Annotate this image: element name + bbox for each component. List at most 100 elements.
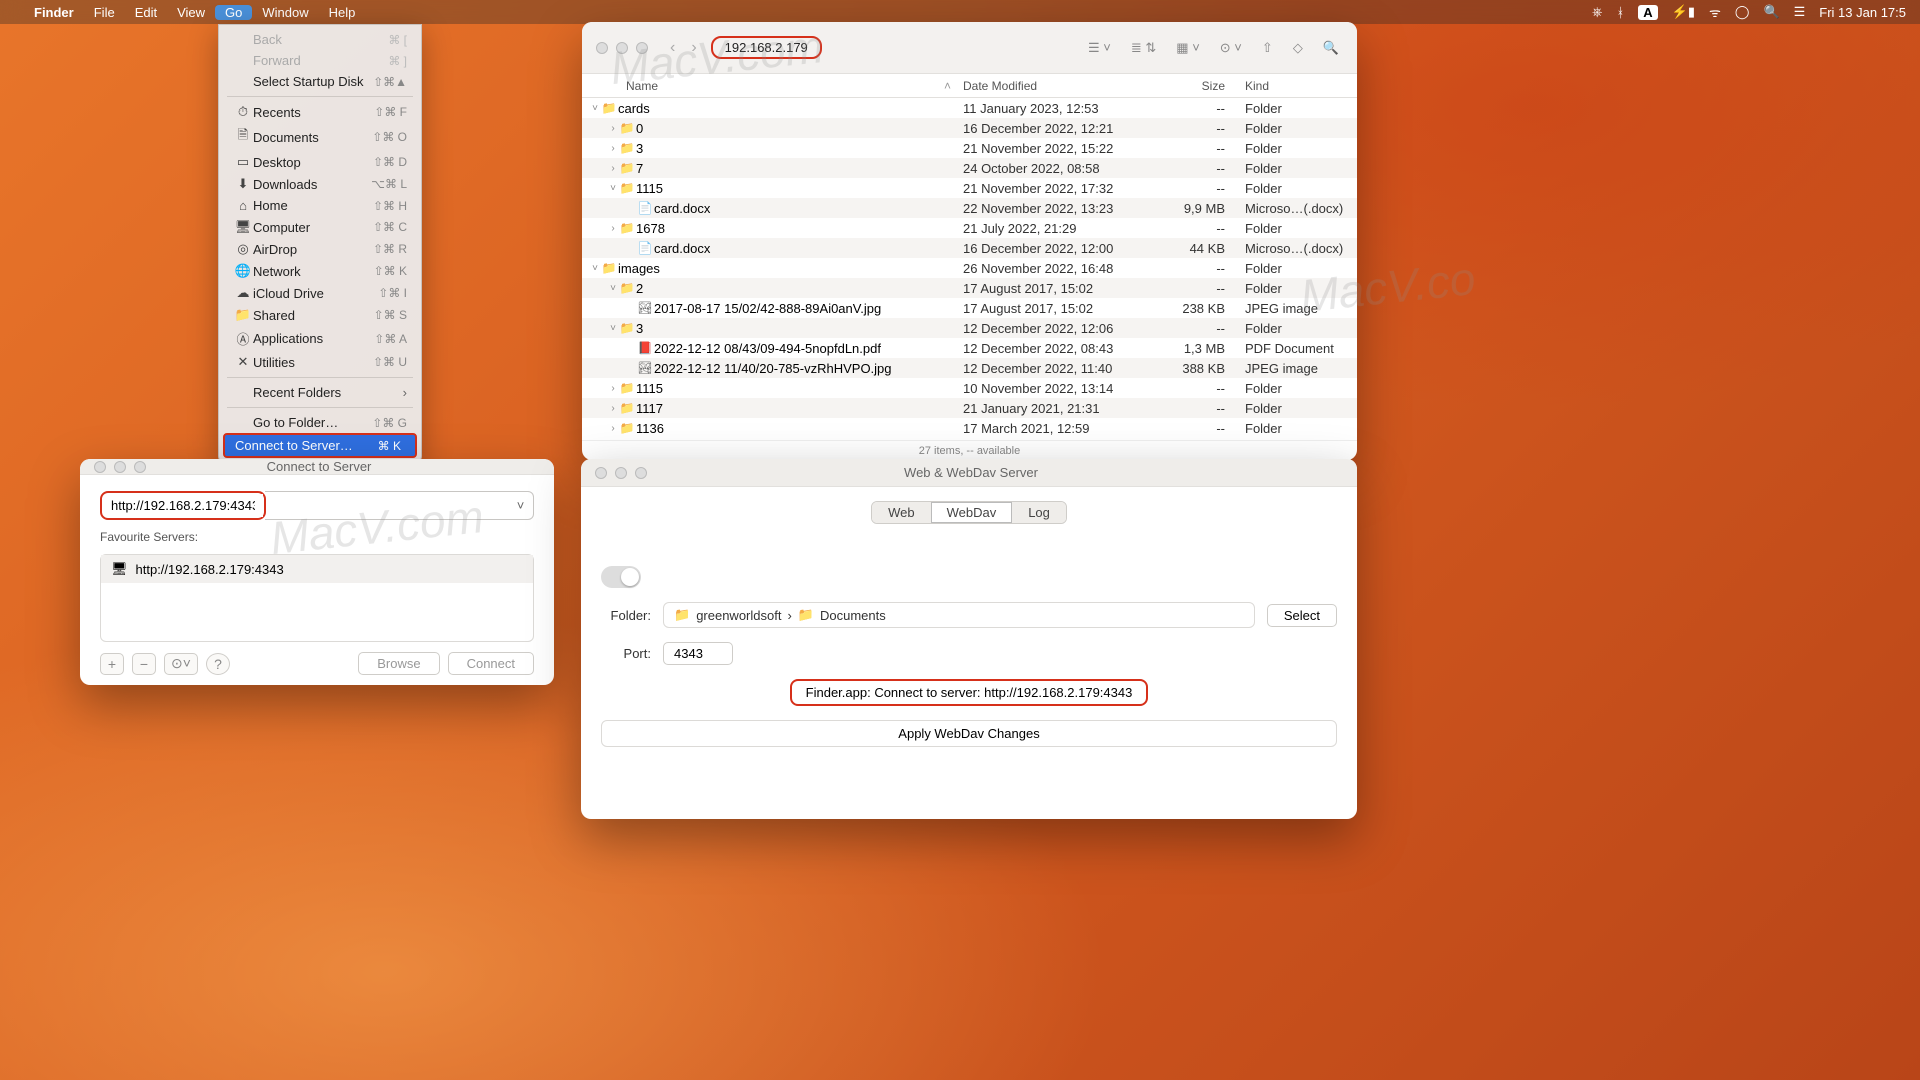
menu-edit[interactable]: Edit — [125, 5, 167, 20]
menu-network[interactable]: 🌐Network⇧⌘ K — [219, 260, 421, 282]
separator — [227, 96, 413, 97]
close-button[interactable] — [94, 461, 106, 473]
tab-webdav[interactable]: WebDav — [931, 502, 1013, 523]
menu-window[interactable]: Window — [252, 5, 318, 20]
clock[interactable]: Fri 13 Jan 17:5 — [1819, 5, 1906, 20]
menu-computer[interactable]: 🖥Computer⇧⌘ C — [219, 216, 421, 238]
remove-button[interactable]: − — [132, 653, 156, 675]
zoom-button[interactable] — [134, 461, 146, 473]
col-name[interactable]: Name — [626, 79, 658, 93]
view-icons-icon[interactable]: ▦ ˅ — [1176, 40, 1200, 56]
help-button[interactable]: ? — [206, 653, 230, 675]
table-row[interactable]: 📄card.docx22 November 2022, 13:239,9 MBM… — [582, 198, 1357, 218]
fld-icon: 📁 — [618, 221, 636, 235]
menu-startup-disk[interactable]: Select Startup Disk⇧⌘▲ — [219, 71, 421, 92]
table-row[interactable]: ›📁724 October 2022, 08:58--Folder — [582, 158, 1357, 178]
select-folder-button[interactable]: Select — [1267, 604, 1337, 627]
menu-recents[interactable]: ⏱Recents⇧⌘ F — [219, 101, 421, 123]
action-icon[interactable]: ⊙ ˅ — [1220, 40, 1242, 56]
table-row[interactable]: ›📁167821 July 2022, 21:29--Folder — [582, 218, 1357, 238]
add-button[interactable]: + — [100, 653, 124, 675]
table-row[interactable]: ›📁111721 January 2021, 21:31--Folder — [582, 398, 1357, 418]
menu-view[interactable]: View — [167, 5, 215, 20]
table-row[interactable]: 🏞2017-08-17 15/02/42-888-89Ai0anV.jpg17 … — [582, 298, 1357, 318]
table-row[interactable]: ›📁111510 November 2022, 13:14--Folder — [582, 378, 1357, 398]
close-button[interactable] — [596, 42, 608, 54]
column-headers[interactable]: Name˄ Date Modified Size Kind — [582, 74, 1357, 98]
table-row[interactable]: ˅📁images26 November 2022, 16:48--Folder — [582, 258, 1357, 278]
fld-icon: 📁 — [618, 381, 636, 395]
enable-toggle[interactable] — [601, 566, 641, 588]
table-row[interactable]: ˅📁217 August 2017, 15:02--Folder — [582, 278, 1357, 298]
connect-button[interactable]: Connect — [448, 652, 534, 675]
menu-applications[interactable]: ⒶApplications⇧⌘ A — [219, 326, 421, 351]
fld-icon: 📁 — [618, 321, 636, 335]
input-source-badge[interactable]: A — [1638, 5, 1657, 20]
share-icon[interactable]: ⇧ — [1262, 40, 1273, 56]
menu-file[interactable]: File — [84, 5, 125, 20]
webdav-server-window: Web & WebDav Server Web WebDav Log Folde… — [581, 459, 1357, 819]
table-row[interactable]: ›📁321 November 2022, 15:22--Folder — [582, 138, 1357, 158]
menu-desktop[interactable]: ▭Desktop⇧⌘ D — [219, 151, 421, 173]
battery-icon[interactable]: ⚡▮ — [1672, 4, 1695, 20]
server-icon: 🖥 — [111, 561, 128, 577]
menu-help[interactable]: Help — [319, 5, 366, 20]
menu-airdrop[interactable]: ◎AirDrop⇧⌘ R — [219, 238, 421, 260]
table-row[interactable]: ˅📁111521 November 2022, 17:32--Folder — [582, 178, 1357, 198]
user-icon[interactable]: ◯ — [1735, 4, 1750, 20]
menu-downloads[interactable]: ⬇Downloads⌥⌘ L — [219, 173, 421, 195]
menu-home[interactable]: ⌂Home⇧⌘ H — [219, 195, 421, 216]
menu-go-to-folder[interactable]: Go to Folder…⇧⌘ G — [219, 412, 421, 433]
tab-web[interactable]: Web — [872, 502, 931, 523]
menu-extra-icon[interactable]: ⎈ — [1592, 4, 1602, 20]
zoom-button[interactable] — [636, 42, 648, 54]
tab-segmented-control[interactable]: Web WebDav Log — [871, 501, 1067, 524]
apply-button[interactable]: Apply WebDav Changes — [601, 720, 1337, 747]
nav-forward-icon[interactable]: › — [691, 39, 696, 57]
col-date[interactable]: Date Modified — [963, 79, 1143, 93]
menu-shared[interactable]: 📁Shared⇧⌘ S — [219, 304, 421, 326]
img-icon: 🏞 — [636, 361, 654, 375]
server-address-input[interactable] — [103, 494, 263, 517]
menu-go[interactable]: Go — [215, 5, 252, 20]
browse-button[interactable]: Browse — [358, 652, 439, 675]
favourite-servers-list[interactable]: 🖥 http://192.168.2.179:4343 — [100, 554, 534, 642]
table-row[interactable]: 📕2022-12-12 08/43/09-494-5nopfdLn.pdf12 … — [582, 338, 1357, 358]
menu-recent-folders[interactable]: Recent Folders› — [219, 382, 421, 403]
table-row[interactable]: ›📁113617 March 2021, 12:59--Folder — [582, 418, 1357, 438]
action-dropdown[interactable]: ⊙˅ — [164, 653, 198, 675]
zoom-button[interactable] — [635, 467, 647, 479]
list-item[interactable]: 🖥 http://192.168.2.179:4343 — [101, 555, 533, 583]
table-row[interactable]: 📄card.docx16 December 2022, 12:0044 KBMi… — [582, 238, 1357, 258]
app-name[interactable]: Finder — [24, 5, 84, 20]
view-list-icon[interactable]: ☰ ˅ — [1088, 40, 1111, 56]
minimize-button[interactable] — [615, 467, 627, 479]
port-input[interactable] — [663, 642, 733, 665]
col-size[interactable]: Size — [1143, 79, 1237, 93]
table-row[interactable]: ˅📁cards11 January 2023, 12:53--Folder — [582, 98, 1357, 118]
table-row[interactable]: 🏞2022-12-12 11/40/20-785-vzRhHVPO.jpg12 … — [582, 358, 1357, 378]
view-group-icon[interactable]: ≣ ⇅ — [1131, 40, 1156, 56]
menu-connect-to-server[interactable]: Connect to Server…⌘ K — [223, 433, 417, 458]
pdf-icon: 📕 — [636, 341, 654, 355]
search-icon[interactable]: 🔍 — [1323, 40, 1339, 56]
menu-utilities[interactable]: ✕Utilities⇧⌘ U — [219, 351, 421, 373]
table-row[interactable]: ›📁016 December 2022, 12:21--Folder — [582, 118, 1357, 138]
menu-icloud-drive[interactable]: ☁iCloud Drive⇧⌘ I — [219, 282, 421, 304]
history-dropdown[interactable]: ˅ — [508, 491, 534, 520]
tag-icon[interactable]: ◇ — [1293, 40, 1303, 56]
menu-documents[interactable]: 🗎Documents⇧⌘ O — [219, 123, 421, 151]
spotlight-icon[interactable]: 🔍 — [1763, 4, 1779, 20]
minimize-button[interactable] — [616, 42, 628, 54]
close-button[interactable] — [595, 467, 607, 479]
wifi-icon[interactable]: ᯤ — [1709, 3, 1721, 21]
nav-back-icon[interactable]: ‹ — [670, 39, 675, 57]
table-row[interactable]: ˅📁312 December 2022, 12:06--Folder — [582, 318, 1357, 338]
bluetooth-icon[interactable]: ᚼ — [1616, 5, 1624, 20]
go-menu-dropdown: Back⌘ [ Forward⌘ ] Select Startup Disk⇧⌘… — [218, 24, 422, 463]
tab-log[interactable]: Log — [1012, 502, 1066, 523]
minimize-button[interactable] — [114, 461, 126, 473]
control-center-icon[interactable]: ☰ — [1794, 4, 1806, 20]
file-list[interactable]: ˅📁cards11 January 2023, 12:53--Folder›📁0… — [582, 98, 1357, 440]
col-kind[interactable]: Kind — [1237, 79, 1357, 93]
